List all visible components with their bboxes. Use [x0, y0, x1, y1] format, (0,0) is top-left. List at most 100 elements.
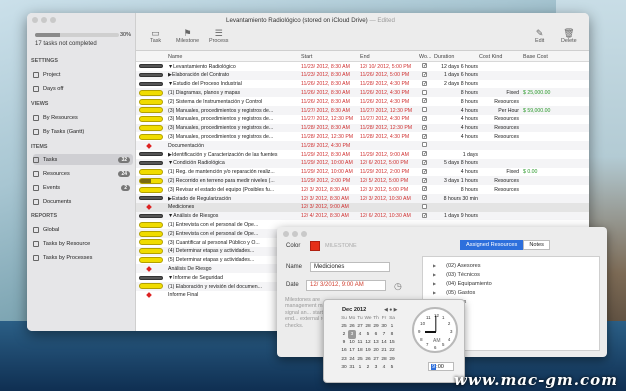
calendar-day[interactable]: 11	[356, 339, 364, 347]
table-row[interactable]: ▼Análisis de Riesgos 12/ 4/ 2012, 8:30 AM…	[136, 211, 589, 221]
table-row[interactable]: ▼Estudio del Proceso Industrial 11/26/ 20…	[136, 80, 589, 89]
table-row[interactable]: (2) Sistema de Instrumentación y Control…	[136, 97, 589, 106]
calendar-day[interactable]: 5	[388, 363, 396, 371]
column-name[interactable]: Name	[168, 54, 182, 60]
date-field[interactable]: 12/ 3/2012, 9:00 AM	[306, 280, 386, 291]
close-button[interactable]	[283, 231, 289, 237]
calendar-day[interactable]: 22	[388, 347, 396, 355]
work-checkbox[interactable]: ✓	[422, 168, 427, 174]
sidebar-item-by-tasks-gantt[interactable]: By Tasks (Gantt)	[33, 126, 133, 137]
zoom-button[interactable]	[50, 17, 56, 23]
calendar-day[interactable]: 7	[380, 330, 388, 338]
calendar-day[interactable]: 1	[356, 363, 364, 371]
calendar-day[interactable]: 24	[348, 355, 356, 363]
close-button[interactable]	[32, 17, 38, 23]
calendar-day[interactable]: 30	[380, 322, 388, 330]
calendar-day[interactable]: 25	[356, 355, 364, 363]
work-checkbox[interactable]: ✓	[422, 124, 427, 130]
calendar-day[interactable]: 13	[372, 339, 380, 347]
sidebar-item-days-off[interactable]: Days off	[33, 83, 133, 94]
calendar-day[interactable]: 2	[340, 330, 348, 338]
calendar-day[interactable]: 26	[348, 322, 356, 330]
calendar-day[interactable]: 2	[364, 363, 372, 371]
calendar-day[interactable]: 4	[356, 330, 364, 338]
work-checkbox[interactable]: ✓	[422, 71, 427, 77]
calendar-day[interactable]: 16	[340, 347, 348, 355]
table-row[interactable]: Mediciones 12/ 3/ 2012, 9:00 AM	[136, 202, 589, 212]
hour-field[interactable]: 9	[431, 364, 437, 370]
minimize-button[interactable]	[292, 231, 298, 237]
list-item[interactable]: ▶ (05) Gastos	[433, 290, 475, 296]
table-row[interactable]: (3) Manuales, procedimientos y registros…	[136, 123, 589, 133]
calendar-day[interactable]: 9	[340, 339, 348, 347]
column-base-cost[interactable]: Base Cost	[523, 54, 548, 60]
work-checkbox[interactable]	[422, 89, 427, 95]
calendar-day[interactable]: 3	[348, 330, 356, 339]
column-cost-kind[interactable]: Cost Kind	[479, 54, 502, 60]
sidebar-item-tasks[interactable]: Tasks 32	[33, 154, 133, 165]
tab-assigned-resources[interactable]: Assigned Resources	[460, 240, 524, 250]
calendar-day[interactable]: 17	[348, 347, 356, 355]
table-row[interactable]: (1) Diagramas, planos y mapas 11/26/ 2012…	[136, 88, 589, 98]
sidebar-item-tasks-by-resource[interactable]: Tasks by Resource	[33, 238, 133, 249]
calendar-day[interactable]: 18	[356, 347, 364, 355]
work-checkbox[interactable]: ✓	[422, 159, 427, 165]
calendar-day[interactable]: 12	[364, 339, 372, 347]
table-row[interactable]: (3) Revisar el estado del equipo (Posibl…	[136, 185, 589, 194]
calendar-nav[interactable]: ◀ ● ▶	[384, 307, 398, 313]
calendar-day[interactable]: 26	[364, 355, 372, 363]
task-button[interactable]: ▭ Task	[150, 28, 161, 44]
calendar-day[interactable]: 29	[372, 322, 380, 330]
milestone-button[interactable]: ⚑ Milestone	[176, 28, 199, 44]
calendar-day[interactable]: 29	[388, 355, 396, 363]
minimize-button[interactable]	[41, 17, 47, 23]
calendar-day[interactable]: 15	[388, 339, 396, 347]
process-button[interactable]: ☰ Process	[209, 28, 228, 44]
sidebar-item-resources[interactable]: Resources 24	[33, 168, 133, 179]
list-item[interactable]: ▶ (02) Asesores	[433, 263, 481, 269]
sidebar-item-project[interactable]: Project	[33, 69, 133, 80]
calendar-day[interactable]: 28	[380, 355, 388, 363]
table-row[interactable]: ▶Identificación y Caracterización de las…	[136, 150, 589, 159]
calendar-day[interactable]: 3	[372, 363, 380, 371]
sidebar-item-events[interactable]: Events 2	[33, 182, 133, 193]
calendar-day[interactable]: 19	[364, 347, 372, 355]
calendar-day[interactable]: 1	[388, 322, 396, 330]
calendar-day[interactable]: 27	[372, 355, 380, 363]
sidebar-item-by-resources[interactable]: By Resources	[33, 112, 133, 123]
column-start[interactable]: Start	[301, 54, 312, 60]
work-checkbox[interactable]: ✓	[422, 195, 427, 201]
time-field[interactable]: 9:00	[428, 362, 454, 371]
sidebar-item-global[interactable]: Global	[33, 224, 133, 235]
table-row[interactable]: (2) Recorrido en terreno para medir nive…	[136, 176, 589, 186]
color-swatch[interactable]	[310, 241, 320, 251]
work-checkbox[interactable]: ✓	[422, 80, 427, 86]
list-item[interactable]: ▶ (03) Técnicos	[433, 272, 480, 278]
work-checkbox[interactable]: ✓	[422, 133, 427, 139]
work-checkbox[interactable]: ✓	[422, 98, 427, 104]
table-row[interactable]: ▶Estado de Regularización 12/ 3/ 2012, 8:…	[136, 194, 589, 203]
work-checkbox[interactable]	[422, 107, 427, 113]
calendar-day[interactable]: 23	[340, 355, 348, 363]
delete-button[interactable]: 🗑 Delete	[561, 28, 577, 44]
edit-button[interactable]: ✎ Edit	[535, 28, 544, 44]
table-row[interactable]: ▼Condición Radiológica 11/29/ 2012, 10:00…	[136, 158, 589, 168]
calendar-day[interactable]: 28	[364, 322, 372, 330]
table-row[interactable]: (3) Manuales, procedimientos y registros…	[136, 115, 589, 124]
calendar-day[interactable]: 4	[380, 363, 388, 371]
table-row[interactable]: (3) Manuales, procedimientos y registros…	[136, 132, 589, 141]
sidebar-item-documents[interactable]: Documents	[33, 196, 133, 207]
sidebar-item-tasks-by-processes[interactable]: Tasks by Processes	[33, 252, 133, 263]
calendar-day[interactable]: 5	[364, 330, 372, 338]
work-checkbox[interactable]	[422, 142, 427, 148]
column-duration[interactable]: Duration	[434, 54, 454, 60]
minute-field[interactable]: 00	[438, 364, 444, 370]
work-checkbox[interactable]: ✓	[422, 186, 427, 192]
calendar-day[interactable]: 30	[340, 363, 348, 371]
list-item[interactable]: ▶ (04) Equipamiento	[433, 281, 492, 287]
calendar-day[interactable]: 14	[380, 339, 388, 347]
table-row[interactable]: ▼Levantamiento Radiológico 11/23/ 2012, 8…	[136, 62, 589, 71]
work-checkbox[interactable]: ✓	[422, 212, 427, 218]
calendar-day[interactable]: 31	[348, 363, 356, 371]
table-row[interactable]: (1) Reg. de mantención y/o reparación re…	[136, 168, 589, 177]
